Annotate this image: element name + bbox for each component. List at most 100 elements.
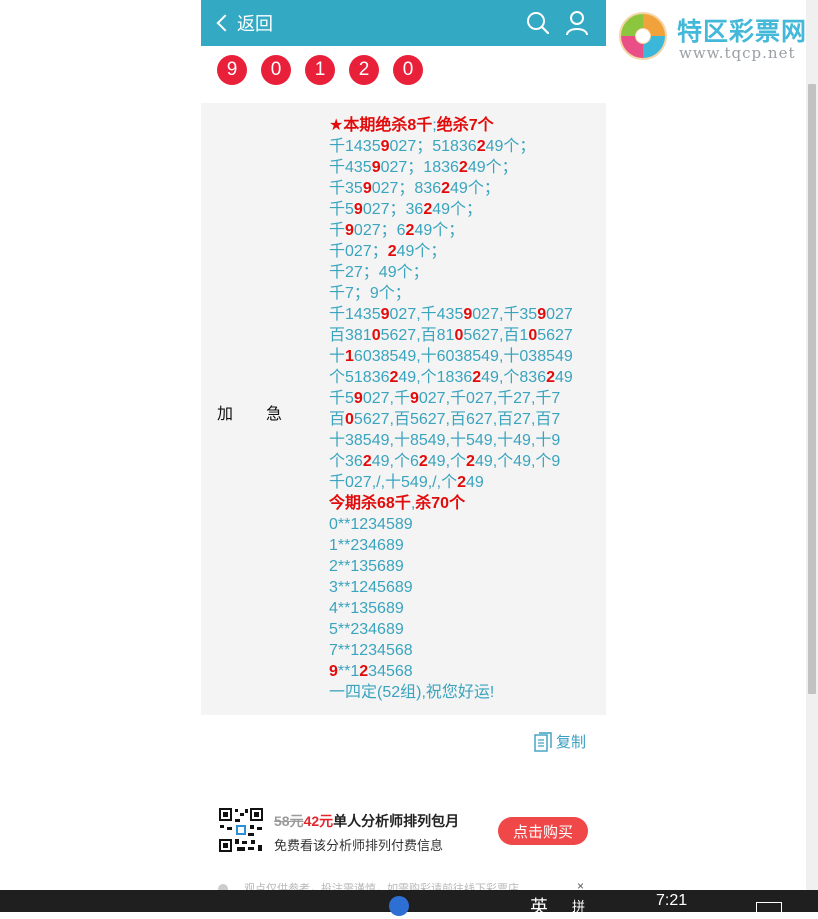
prediction-line: 5**234689 <box>329 619 599 640</box>
line-segment: 十 <box>329 348 346 365</box>
promo-title: 单人分析师排列包月 <box>333 813 460 829</box>
line-segment: 027；6 <box>353 222 406 239</box>
line-segment: 49 <box>465 474 484 491</box>
browser-icon[interactable] <box>389 896 409 916</box>
line-segment: 1**234689 <box>329 537 404 554</box>
copy-label: 复制 <box>556 734 587 751</box>
prediction-line: 今期杀68千,杀70个 <box>329 493 599 514</box>
prediction-line: 十16038549,十6038549,十038549 <box>329 346 599 367</box>
line-segment: 百381 <box>329 327 372 344</box>
user-icon[interactable] <box>565 10 589 36</box>
line-segment: 2 <box>359 663 369 680</box>
line-segment: 0 <box>528 327 538 344</box>
line-segment: 千5 <box>329 390 354 407</box>
logo-url: www.tqcp.net <box>679 44 796 62</box>
line-segment: 十38549,十8549,十549,十49,十9 <box>329 432 561 449</box>
prediction-line: 千59027；36249个； <box>329 199 599 220</box>
number-balls: 9 0 1 2 0 <box>217 55 423 85</box>
clock[interactable]: 7:21 <box>656 892 687 910</box>
line-segment: 34568 <box>368 663 413 680</box>
line-segment: 49 <box>555 369 573 386</box>
line-segment: 2 <box>362 453 372 470</box>
prediction-line: 个36249,个6249,个249,个49,个9 <box>329 451 599 472</box>
line-segment: 2 <box>466 453 475 470</box>
search-icon[interactable] <box>526 11 550 35</box>
prediction-line: 千7；9个； <box>329 283 599 304</box>
prediction-line: 千027,/,十549,/,个249 <box>329 472 599 493</box>
line-segment: 0 <box>345 411 354 428</box>
line-segment: 1 <box>345 348 354 365</box>
promo-price: 58元42元单人分析师排列包月 <box>274 811 459 831</box>
prediction-line: 千359027；836249个； <box>329 178 599 199</box>
line-segment: 绝杀7个 <box>436 117 494 134</box>
number-ball: 1 <box>305 55 335 85</box>
line-segment: 2 <box>546 369 556 386</box>
notification-icon[interactable] <box>756 902 782 913</box>
line-segment: 个51836 <box>329 369 390 386</box>
site-logo[interactable]: 特区彩票网 www.tqcp.net <box>613 8 813 64</box>
line-segment: 49,个1836 <box>398 369 473 386</box>
logo-swirl-icon <box>619 12 667 60</box>
number-ball: 9 <box>217 55 247 85</box>
line-segment: 千 <box>329 222 346 239</box>
ime-mode[interactable]: 拼 <box>572 896 585 915</box>
prediction-panel: 加急 ★本期绝杀8千;绝杀7个 千14359027；51836249个； 千4359… <box>201 103 606 715</box>
scrollbar[interactable] <box>806 0 818 890</box>
prediction-line: 千4359027；1836249个； <box>329 157 599 178</box>
line-segment: 3**1245689 <box>329 579 413 596</box>
new-price: 42元 <box>303 813 334 829</box>
line-segment: 9 <box>345 222 354 239</box>
prediction-line: 4**135689 <box>329 598 599 619</box>
line-segment: 千1435 <box>329 138 381 155</box>
line-segment: 027；836 <box>371 180 442 197</box>
line-segment: 个36 <box>329 453 363 470</box>
prediction-line: 千14359027,千4359027,千359027 <box>329 304 599 325</box>
back-label: 返回 <box>237 14 273 34</box>
line-segment: 今期杀68千 <box>329 495 411 512</box>
prediction-line: 千27；49个； <box>329 262 599 283</box>
buy-button[interactable]: 点击购买 <box>498 817 588 845</box>
line-segment: 9 <box>380 306 390 323</box>
copy-icon <box>534 731 552 752</box>
top-bar: 返回 <box>201 0 606 46</box>
line-segment: 千7；9个； <box>329 285 411 302</box>
prediction-line: 百05627,百5627,百627,百27,百7 <box>329 409 599 430</box>
prediction-line: 千59027,千9027,千027,千27,千7 <box>329 388 599 409</box>
line-segment: 9 <box>362 180 372 197</box>
prediction-line: 个51836249,个1836249,个836249 <box>329 367 599 388</box>
line-segment: 9 <box>371 159 381 176</box>
line-segment: 027；1836 <box>380 159 459 176</box>
line-segment: 2 <box>458 159 468 176</box>
line-segment: 千027； <box>329 243 388 260</box>
line-segment: **1 <box>337 663 360 680</box>
line-segment: 027,千35 <box>472 306 538 323</box>
promo-subtitle: 免费看该分析师排列付费信息 <box>274 838 444 853</box>
line-segment: 2 <box>387 243 397 260</box>
qr-code-icon <box>218 807 264 853</box>
line-segment: 9 <box>537 306 547 323</box>
line-segment: 2 <box>418 453 428 470</box>
copy-button[interactable]: 复制 <box>534 731 586 752</box>
scrollbar-thumb[interactable] <box>808 84 816 694</box>
line-segment: 百 <box>329 411 346 428</box>
line-segment: 2 <box>457 474 466 491</box>
prediction-line: 0**1234589 <box>329 514 599 535</box>
line-segment: 49个； <box>450 180 500 197</box>
line-segment: 2 <box>441 180 451 197</box>
back-button[interactable]: 返回 <box>215 0 273 46</box>
line-segment: 5627 <box>537 327 573 344</box>
line-segment: ★本期绝杀8千 <box>329 117 433 134</box>
label-char: 加 <box>217 406 235 423</box>
ime-indicator[interactable]: 英 <box>530 893 548 919</box>
line-segment: 5627,百5627,百627,百27,百7 <box>353 411 561 428</box>
line-segment: 千1435 <box>329 306 381 323</box>
line-segment: 4**135689 <box>329 600 404 617</box>
line-segment: 5627,百1 <box>463 327 529 344</box>
line-segment: 49个； <box>414 222 465 239</box>
line-segment: 千435 <box>329 159 372 176</box>
prediction-line: 千14359027；51836249个； <box>329 136 599 157</box>
chevron-left-icon <box>216 14 234 32</box>
prediction-line: 千9027；6249个； <box>329 220 599 241</box>
number-ball: 0 <box>393 55 423 85</box>
line-segment: 2 <box>476 138 486 155</box>
